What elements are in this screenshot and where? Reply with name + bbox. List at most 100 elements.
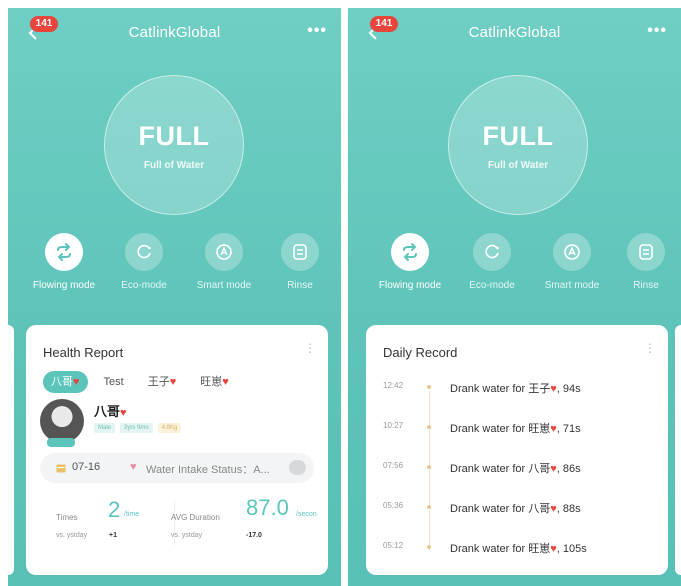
mode-eco[interactable]: Eco-mode: [454, 233, 530, 291]
top-bar: 141 CatlinkGlobal •••: [348, 8, 681, 56]
pet-tabs: 八哥♥ Test 王子♥ 旺崽♥: [43, 371, 237, 393]
top-bar: 141 CatlinkGlobal •••: [8, 8, 341, 56]
record-time: 05:36: [383, 501, 404, 510]
mode-eco[interactable]: Eco-mode: [106, 233, 182, 291]
more-button[interactable]: •••: [307, 22, 327, 40]
avg-duration-value: 87.0: [246, 495, 289, 520]
times-unit: /time: [124, 511, 140, 518]
health-report-card: Health Report ⋮ 八哥♥ Test 王子♥ 旺崽♥ 八哥♥ Mal…: [26, 325, 328, 575]
report-date: 07-16: [72, 461, 101, 473]
eco-icon: [473, 233, 511, 271]
times-compare-label: vs. ystday: [56, 532, 88, 539]
weight-tag: 4.8Kg: [157, 423, 182, 433]
mode-selector: Flowing mode Eco-mode Smart mode Rinse: [348, 233, 681, 303]
heart-icon: ♥: [73, 376, 80, 388]
record-time: 05:12: [383, 541, 404, 550]
pet-tab[interactable]: 八哥♥: [43, 371, 88, 393]
smart-icon: [553, 233, 591, 271]
left-screen: 141 CatlinkGlobal ••• FULL Full of Water…: [8, 8, 341, 586]
record-time: 07:56: [383, 461, 404, 470]
eco-icon: [125, 233, 163, 271]
water-status-circle: FULL Full of Water: [104, 75, 244, 215]
mode-label: Rinse: [287, 280, 313, 291]
record-text: Drank water for 旺崽♥, 105s: [450, 543, 587, 555]
record-text: Drank water for 旺崽♥, 71s: [450, 423, 581, 435]
water-status-main: FULL: [138, 121, 210, 151]
flow-icon: [45, 233, 83, 271]
record-time: 10:27: [383, 421, 404, 430]
pet-profile: 八哥♥ Male 3yrs 9mo 4.8Kg: [40, 399, 320, 449]
mode-label: Eco-mode: [121, 280, 167, 291]
mode-label: Smart mode: [196, 280, 252, 291]
times-delta: +1: [109, 532, 117, 539]
mode-flowing[interactable]: Flowing mode: [372, 233, 448, 291]
water-status-sub: Full of Water: [487, 160, 549, 171]
rinse-icon: [627, 233, 665, 271]
mode-smart[interactable]: Smart mode: [186, 233, 262, 291]
water-status-main: FULL: [482, 121, 554, 151]
card-menu-icon[interactable]: ⋮: [644, 341, 656, 355]
pet-tags: Male 3yrs 9mo 4.8Kg: [94, 423, 182, 433]
water-intake-status: Water Intake Status：A...: [146, 464, 270, 476]
calendar-icon: [56, 464, 66, 473]
chat-icon[interactable]: [289, 460, 306, 475]
app-title: CatlinkGlobal: [128, 24, 221, 41]
timeline-dot: [427, 545, 431, 549]
flow-icon: [391, 233, 429, 271]
gender-tag: Male: [94, 423, 116, 433]
record-text: Drank water for 八哥♥, 86s: [450, 463, 581, 475]
mode-rinse[interactable]: Rinse: [608, 233, 681, 291]
mode-label: Smart mode: [544, 280, 600, 291]
card-menu-icon[interactable]: ⋮: [304, 341, 316, 355]
record-text: Drank water for 王子♥, 94s: [450, 383, 581, 395]
avg-duration-unit: /secon: [296, 511, 317, 518]
avatar[interactable]: [40, 399, 84, 443]
water-status-circle: FULL Full of Water: [448, 75, 588, 215]
heart-icon: ♥: [222, 376, 229, 388]
heart-icon: ♥: [169, 376, 177, 388]
mode-flowing[interactable]: Flowing mode: [26, 233, 102, 291]
heart-icon: ♥: [130, 461, 137, 473]
times-value: 2: [108, 497, 121, 522]
timeline-dot: [427, 505, 431, 509]
more-button[interactable]: •••: [647, 22, 667, 40]
previous-card-peek[interactable]: [8, 325, 14, 575]
daily-record-card: Daily Record ⋮ 12:42 Drank water for 王子♥…: [366, 325, 668, 575]
smart-icon: [205, 233, 243, 271]
right-screen: 141 CatlinkGlobal ••• FULL Full of Water…: [348, 8, 681, 586]
pet-tab[interactable]: 旺崽♥: [192, 371, 237, 393]
mode-label: Flowing mode: [378, 280, 442, 291]
age-tag: 3yrs 9mo: [120, 423, 153, 433]
list-item[interactable]: 12:42 Drank water for 王子♥, 94s: [366, 377, 668, 397]
avg-duration-label: AVG Duration: [171, 513, 220, 522]
list-item[interactable]: 10:27 Drank water for 旺崽♥, 71s: [366, 417, 668, 437]
pet-tab[interactable]: 王子♥: [140, 371, 185, 393]
pet-name: 八哥♥: [94, 404, 127, 419]
mode-label: Rinse: [633, 280, 659, 291]
mode-smart[interactable]: Smart mode: [534, 233, 610, 291]
record-time: 12:42: [383, 381, 404, 390]
list-item[interactable]: 07:56 Drank water for 八哥♥, 86s: [366, 457, 668, 477]
avg-delta: -17.0: [246, 532, 262, 539]
list-item[interactable]: 05:36 Drank water for 八哥♥, 88s: [366, 497, 668, 517]
timeline-dot: [427, 465, 431, 469]
card-title: Daily Record: [383, 345, 458, 360]
next-card-peek[interactable]: [675, 325, 681, 575]
timeline-dot: [427, 385, 431, 389]
avg-compare-label: vs. ystday: [171, 532, 203, 539]
list-item[interactable]: 05:12 Drank water for 旺崽♥, 105s: [366, 537, 668, 557]
pet-tab[interactable]: Test: [96, 371, 132, 393]
water-status-sub: Full of Water: [143, 160, 205, 171]
mode-rinse[interactable]: Rinse: [262, 233, 338, 291]
rinse-icon: [281, 233, 319, 271]
mode-label: Eco-mode: [469, 280, 515, 291]
timeline-dot: [427, 425, 431, 429]
mode-label: Flowing mode: [32, 280, 96, 291]
times-label: Times: [56, 513, 78, 522]
avatar-tag: [47, 438, 75, 447]
record-text: Drank water for 八哥♥, 88s: [450, 503, 581, 515]
app-title: CatlinkGlobal: [468, 24, 561, 41]
heart-icon: ♥: [120, 407, 127, 419]
intake-status-row[interactable]: 07-16 ♥ Water Intake Status：A...: [40, 453, 314, 483]
card-title: Health Report: [43, 345, 124, 360]
